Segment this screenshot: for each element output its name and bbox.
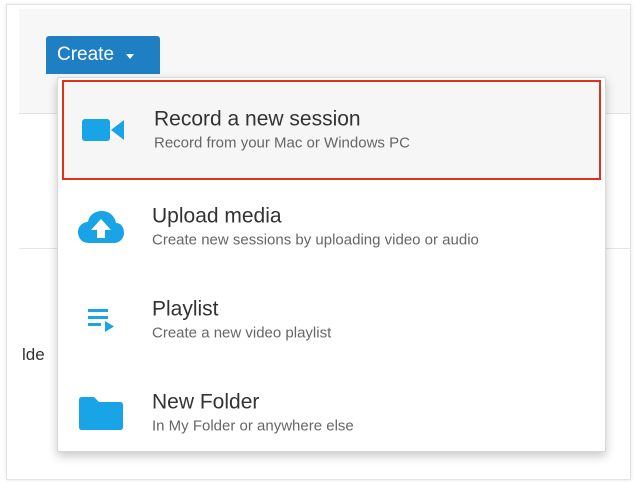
- menu-item-subtitle: In My Folder or anywhere else: [152, 417, 354, 434]
- menu-item-text: Upload media Create new sessions by uplo…: [152, 203, 479, 250]
- menu-item-text: Playlist Create a new video playlist: [152, 296, 331, 343]
- menu-item-upload-media[interactable]: Upload media Create new sessions by uplo…: [58, 180, 605, 273]
- menu-item-title: New Folder: [152, 390, 260, 413]
- menu-item-subtitle: Create a new video playlist: [152, 324, 332, 341]
- folder-icon: [76, 393, 126, 433]
- menu-item-text: Record a new session Record from your Ma…: [154, 107, 410, 154]
- menu-item-title: Upload media: [152, 204, 282, 227]
- caret-down-icon: [126, 53, 135, 59]
- menu-item-title: Record a new session: [154, 107, 361, 131]
- create-dropdown-menu: Record a new session Record from your Ma…: [57, 77, 606, 452]
- menu-item-subtitle: Record from your Mac or Windows PC: [154, 134, 410, 152]
- cloud-upload-icon: [76, 207, 126, 247]
- video-camera-icon: [78, 110, 128, 150]
- create-button-label: Create: [57, 44, 115, 65]
- menu-item-subtitle: Create new sessions by uploading video o…: [152, 231, 479, 248]
- menu-item-playlist[interactable]: Playlist Create a new video playlist: [58, 273, 605, 366]
- background-partial-text: lde: [22, 345, 45, 364]
- playlist-icon: [76, 300, 126, 340]
- menu-item-record-session[interactable]: Record a new session Record from your Ma…: [62, 80, 601, 180]
- menu-item-title: Playlist: [152, 297, 219, 320]
- menu-item-text: New Folder In My Folder or anywhere else: [152, 389, 354, 436]
- menu-item-new-folder[interactable]: New Folder In My Folder or anywhere else: [58, 366, 605, 459]
- create-button[interactable]: Create: [46, 36, 160, 74]
